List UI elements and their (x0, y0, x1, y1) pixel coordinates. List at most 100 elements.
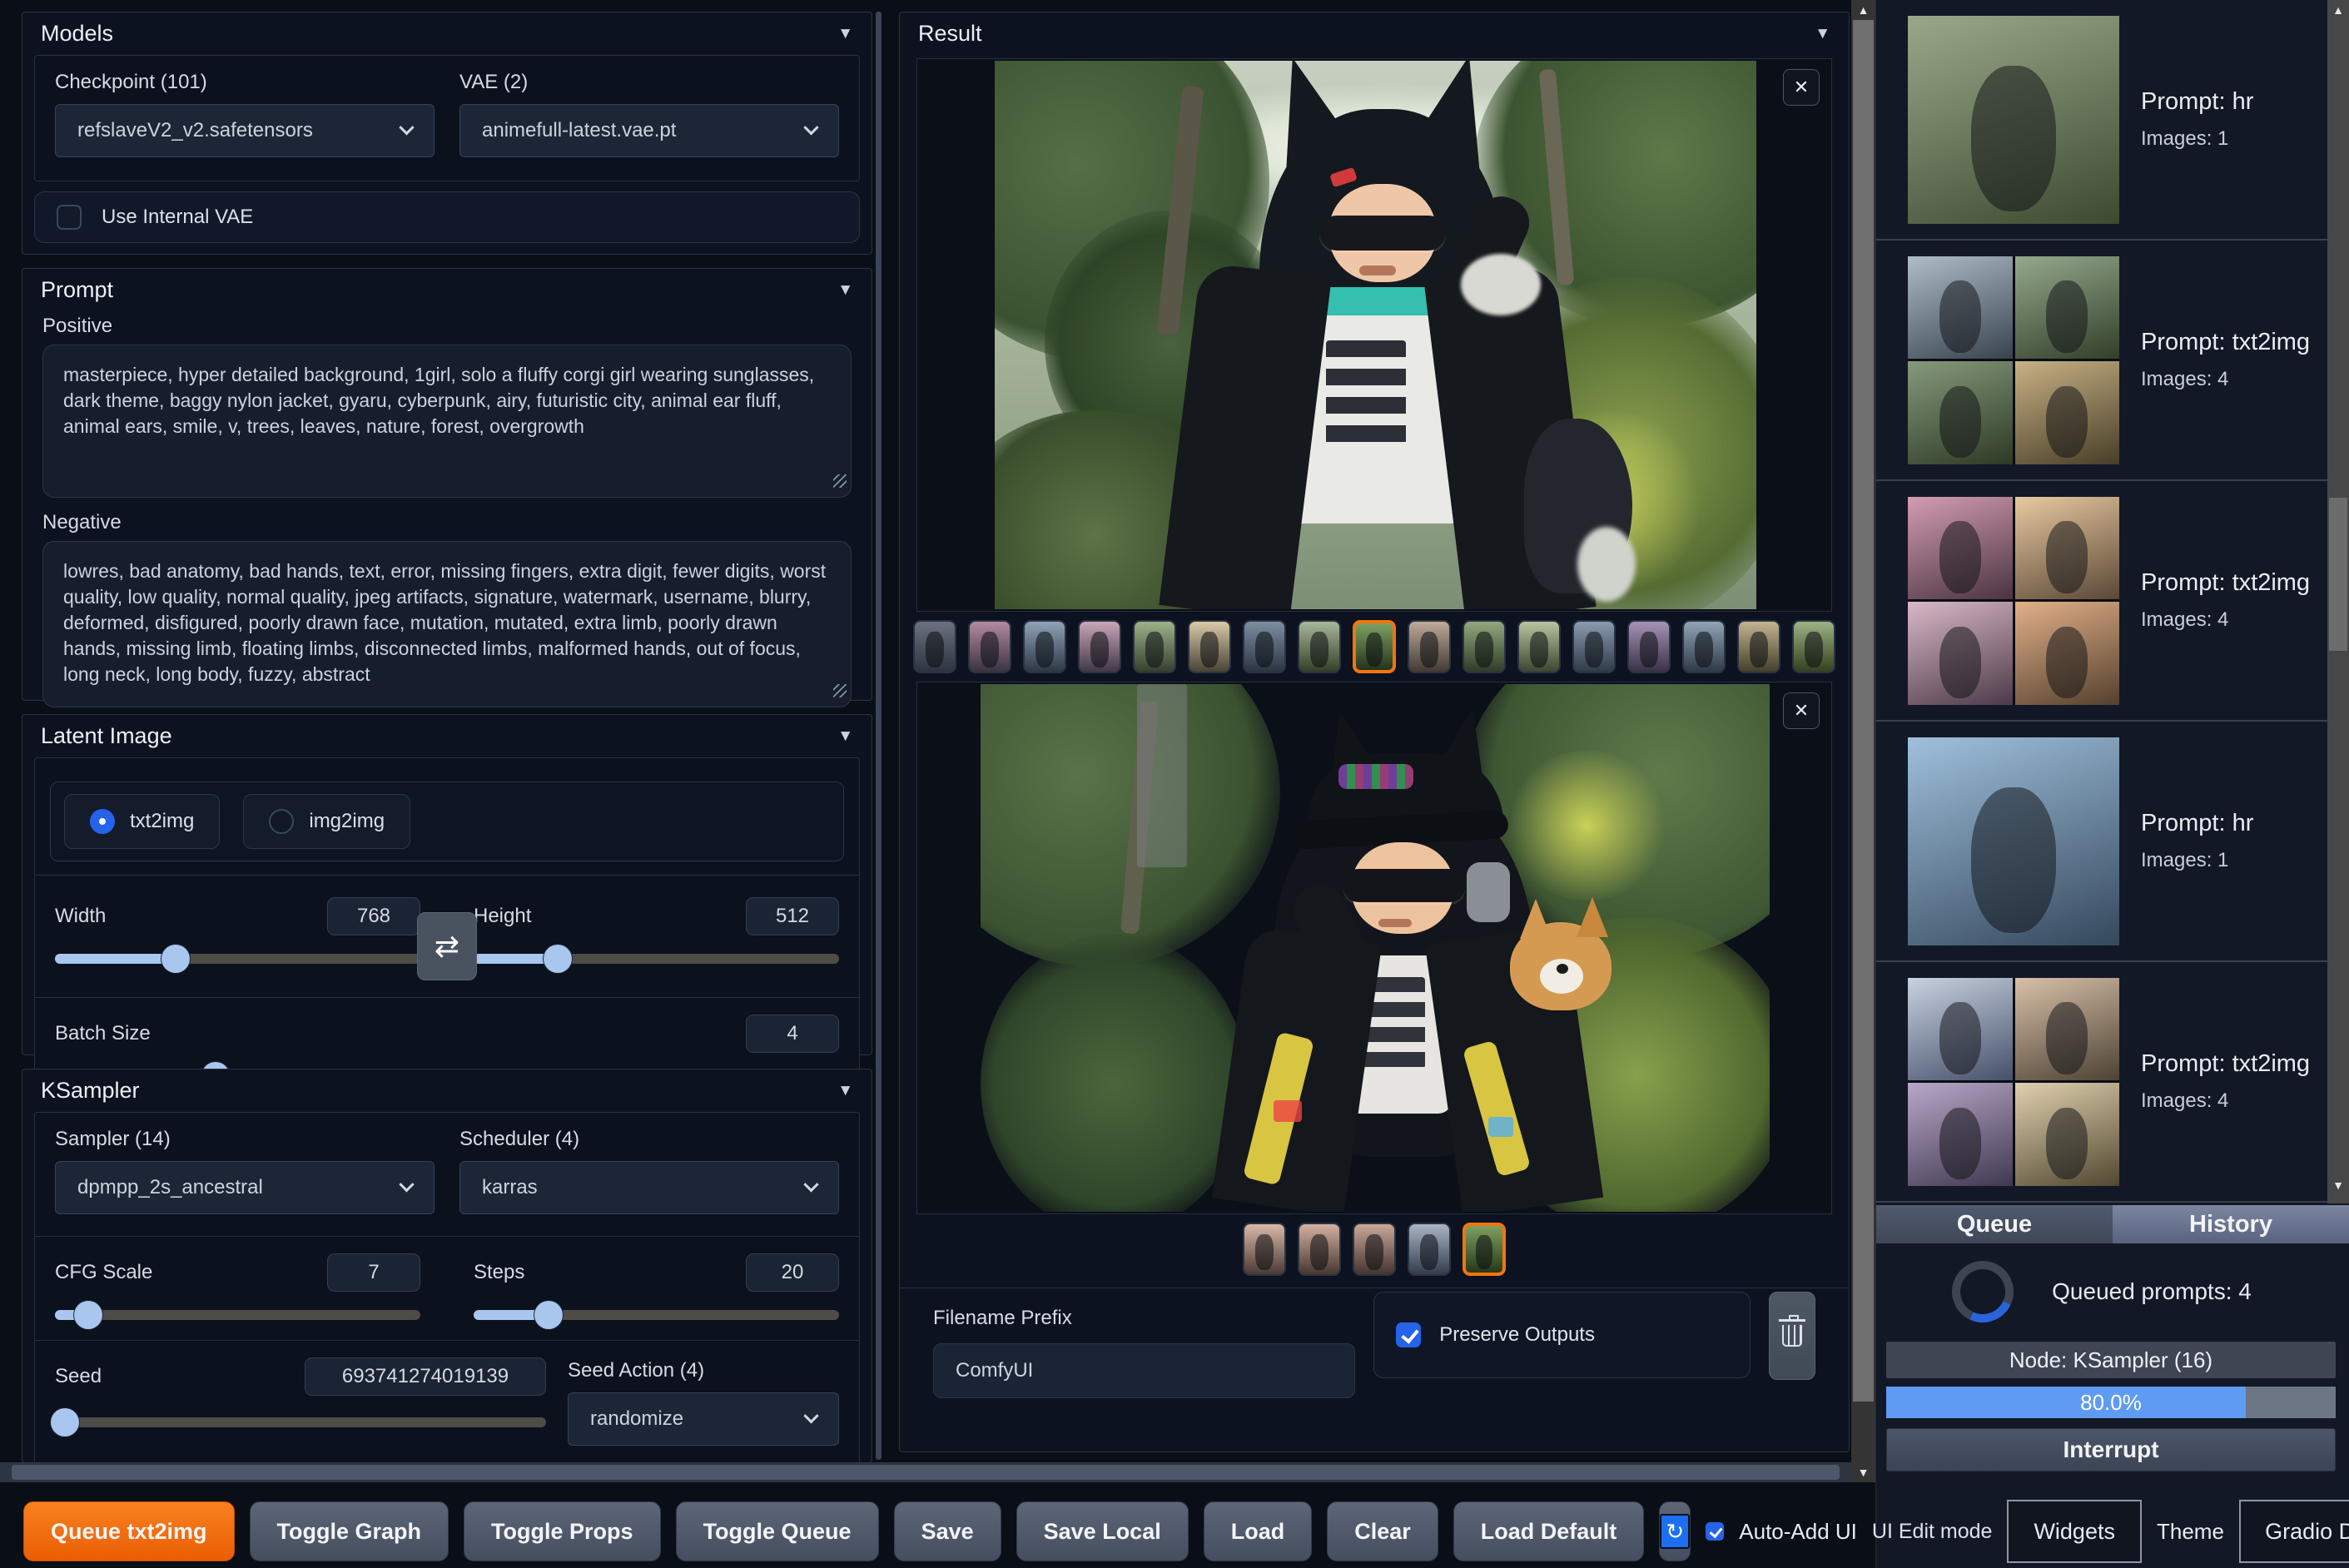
result-image-1[interactable] (995, 61, 1756, 609)
history-thumbnail[interactable] (1908, 496, 2119, 705)
scroll-down-icon[interactable]: ▼ (2327, 1177, 2349, 1193)
gallery-thumbnail[interactable] (1572, 620, 1616, 673)
radio-dot-selected[interactable] (90, 809, 115, 834)
gallery-thumbnail[interactable] (1078, 620, 1121, 673)
prompt-accordion-header[interactable]: Prompt ▼ (22, 269, 872, 311)
left-column-scrollbar[interactable] (876, 12, 881, 1460)
slider-knob[interactable] (543, 945, 572, 973)
scheduler-select[interactable]: karras (459, 1161, 839, 1214)
toolbar-button[interactable]: Load Default (1453, 1501, 1645, 1561)
toolbar-button[interactable]: Queue txt2img (23, 1501, 235, 1561)
filename-prefix-input[interactable]: ComfyUI (933, 1343, 1356, 1398)
collapse-arrow-icon[interactable]: ▼ (837, 281, 853, 300)
ksampler-accordion-header[interactable]: KSampler ▼ (22, 1069, 872, 1112)
clear-outputs-button[interactable] (1768, 1292, 1815, 1380)
batch-size-input[interactable]: 4 (746, 1015, 839, 1053)
scroll-up-icon[interactable]: ▲ (1851, 2, 1875, 18)
close-image-button[interactable]: ✕ (1783, 692, 1820, 729)
gallery-thumbnail[interactable] (1792, 620, 1835, 673)
main-horizontal-scrollbar[interactable] (0, 1462, 1851, 1482)
gallery-thumbnail[interactable] (1682, 620, 1726, 673)
collapse-arrow-icon[interactable]: ▼ (1815, 25, 1830, 43)
gallery-thumbnail[interactable] (1243, 1223, 1286, 1276)
preserve-outputs-checkbox[interactable] (1396, 1322, 1422, 1347)
radio-img2img[interactable]: img2img (243, 794, 411, 849)
preserve-outputs-row[interactable]: Preserve Outputs (1373, 1292, 1751, 1378)
history-thumbnail[interactable] (1908, 737, 2119, 945)
width-value-input[interactable]: 768 (327, 897, 420, 935)
steps-input[interactable]: 20 (746, 1253, 839, 1292)
toolbar-button[interactable]: Toggle Queue (675, 1501, 879, 1561)
interrupt-button[interactable]: Interrupt (1886, 1428, 2336, 1471)
history-thumbnail[interactable] (1908, 256, 2119, 464)
history-item[interactable]: Prompt: hr Images: 1 (1876, 722, 2349, 962)
seed-slider[interactable] (50, 1408, 546, 1437)
use-internal-vae-checkbox[interactable] (57, 205, 82, 230)
scrollbar-thumb[interactable] (12, 1465, 1840, 1480)
width-slider[interactable] (55, 945, 420, 973)
checkpoint-select[interactable]: refslaveV2_v2.safetensors (55, 104, 435, 157)
toolbar-button[interactable]: Save (893, 1501, 1001, 1561)
tab-history[interactable]: History (2113, 1205, 2349, 1243)
toolbar-button[interactable]: Load (1203, 1501, 1313, 1561)
tab-queue[interactable]: Queue (1876, 1205, 2113, 1243)
scrollbar-thumb[interactable] (1853, 20, 1874, 1402)
collapse-arrow-icon[interactable]: ▼ (837, 727, 853, 746)
scrollbar-thumb[interactable] (2329, 498, 2347, 651)
sampler-select[interactable]: dpmpp_2s_ancestral (55, 1161, 435, 1214)
auto-add-ui-checkbox[interactable] (1706, 1522, 1725, 1541)
history-item[interactable]: Prompt: txt2img Images: 4 (1876, 481, 2349, 722)
gallery-thumbnail[interactable] (1023, 620, 1066, 673)
height-value-input[interactable]: 512 (746, 897, 839, 935)
seed-action-select[interactable]: randomize (568, 1392, 839, 1446)
gallery-thumbnail[interactable] (1298, 1223, 1341, 1276)
main-vertical-scrollbar[interactable]: ▲ ▼ (1851, 0, 1875, 1482)
seed-input[interactable]: 693741274019139 (305, 1357, 546, 1396)
gallery-thumbnail[interactable] (1517, 620, 1561, 673)
toolbar-button[interactable]: Clear (1327, 1501, 1438, 1561)
history-thumbnail[interactable] (1908, 15, 2119, 224)
history-item[interactable]: Prompt: txt2img Images: 4 (1876, 962, 2349, 1203)
theme-select[interactable]: Gradio Dark (2238, 1500, 2349, 1563)
slider-knob[interactable] (534, 1301, 563, 1329)
result-image-2[interactable] (981, 684, 1770, 1212)
resize-grip-icon[interactable] (833, 684, 847, 697)
gallery-thumbnail[interactable] (1133, 620, 1176, 673)
refresh-ui-button[interactable]: ↻ (1659, 1501, 1691, 1561)
latent-accordion-header[interactable]: Latent Image ▼ (22, 715, 872, 757)
steps-slider[interactable] (474, 1301, 839, 1329)
gallery-thumbnail-selected[interactable] (1353, 620, 1396, 673)
height-slider[interactable] (474, 945, 839, 973)
slider-knob[interactable] (50, 1408, 79, 1437)
slider-knob[interactable] (73, 1301, 102, 1329)
gallery-thumbnail[interactable] (1737, 620, 1780, 673)
gallery-thumbnail[interactable] (1243, 620, 1286, 673)
gallery-thumbnail[interactable] (968, 620, 1011, 673)
gallery-thumbnail-selected[interactable] (1463, 1223, 1506, 1276)
gallery-thumbnail[interactable] (1408, 1223, 1451, 1276)
swap-width-height-button[interactable]: ⇄ (417, 912, 477, 980)
cfg-slider[interactable] (55, 1301, 420, 1329)
radio-txt2img[interactable]: txt2img (64, 794, 221, 849)
history-item[interactable]: Prompt: txt2img Images: 4 (1876, 241, 2349, 481)
gallery-thumbnail[interactable] (1627, 620, 1671, 673)
close-image-button[interactable]: ✕ (1783, 69, 1820, 106)
use-internal-vae-row[interactable]: Use Internal VAE (34, 191, 860, 243)
widgets-select[interactable]: Widgets (2007, 1500, 2142, 1563)
cfg-input[interactable]: 7 (327, 1253, 420, 1292)
toolbar-button[interactable]: Save Local (1016, 1501, 1189, 1561)
toolbar-button[interactable]: Toggle Props (464, 1501, 661, 1561)
result-accordion-header[interactable]: Result ▼ (900, 12, 1849, 55)
vae-select[interactable]: animefull-latest.vae.pt (459, 104, 839, 157)
scroll-down-icon[interactable]: ▼ (1851, 1464, 1875, 1481)
toolbar-button[interactable]: Toggle Graph (249, 1501, 449, 1561)
collapse-arrow-icon[interactable]: ▼ (837, 1082, 853, 1100)
slider-knob[interactable] (161, 945, 190, 973)
sidebar-scrollbar[interactable]: ▲ ▼ (2327, 0, 2349, 1203)
gallery-thumbnail[interactable] (1353, 1223, 1396, 1276)
gallery-thumbnail[interactable] (1188, 620, 1231, 673)
resize-grip-icon[interactable] (833, 474, 847, 488)
history-thumbnail[interactable] (1908, 977, 2119, 1186)
gallery-thumbnail[interactable] (913, 620, 956, 673)
radio-dot[interactable] (269, 809, 295, 834)
